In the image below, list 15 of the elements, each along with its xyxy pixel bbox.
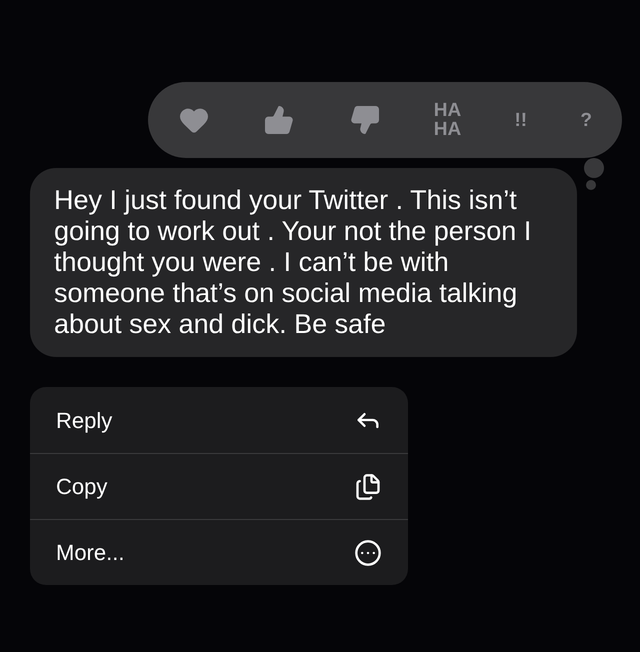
menu-label: Copy [56, 473, 108, 501]
tapback-option[interactable]: !! [514, 110, 528, 130]
tapback-option[interactable]: ? [580, 110, 592, 130]
message-text: Hey I just found your Twitter . This isn’t going to work out . Your not the person I thought you were . I can’t be with someone that’s on social media talking about sex and dick. Be safe [54, 185, 532, 340]
thumbs-up-icon[interactable] [263, 104, 296, 136]
menu-label: Reply [56, 406, 112, 435]
menu-item[interactable]: Reply [30, 387, 408, 453]
tapback-option[interactable]: HA HA [434, 101, 462, 139]
menu-item[interactable]: Copy [30, 453, 408, 519]
menu-item[interactable]: More... [30, 519, 408, 585]
tapback-tail [586, 180, 596, 190]
thumbs-down-icon[interactable] [348, 104, 380, 136]
menu-label: More... [56, 539, 124, 567]
more-icon [354, 538, 382, 566]
copy-icon [354, 472, 382, 500]
